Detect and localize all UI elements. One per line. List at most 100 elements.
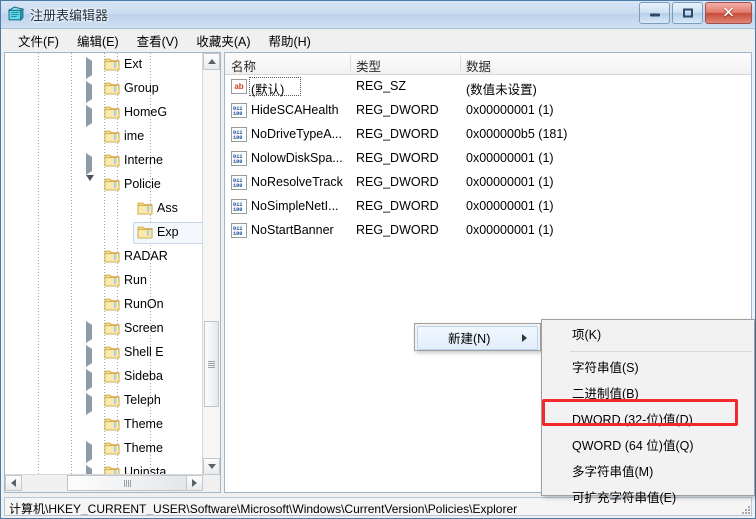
maximize-button[interactable] (672, 2, 703, 24)
menu-view[interactable]: 查看(V) (128, 29, 188, 52)
menu-divider (570, 351, 752, 352)
tree-vertical-scrollbar[interactable] (202, 53, 220, 475)
menu-help[interactable]: 帮助(H) (259, 29, 319, 52)
tree-horizontal-scrollbar[interactable] (5, 474, 203, 492)
value-row[interactable]: 011 100 NolowDiskSpa... REG_DWORD 0x00000001… (225, 147, 751, 171)
dword-value-icon: 011 100 (231, 151, 247, 167)
tree-item-runon[interactable]: RunOn (5, 293, 203, 317)
scroll-down-button[interactable] (203, 458, 220, 475)
value-name: HideSCAHealth (251, 103, 339, 117)
value-row[interactable]: 011 100 NoStartBanner REG_DWORD 0x00000001 (… (225, 219, 751, 243)
tree-item-run[interactable]: Run (5, 269, 203, 293)
column-separator[interactable] (350, 55, 351, 71)
close-button[interactable]: ✕ (705, 2, 752, 24)
expand-arrow-closed-icon[interactable] (86, 153, 95, 175)
column-separator[interactable] (460, 55, 461, 71)
tree-item-shell-e[interactable]: Shell E (5, 341, 203, 367)
expand-arrow-closed-icon[interactable] (86, 57, 95, 79)
horizontal-scroll-thumb[interactable] (67, 475, 187, 491)
folder-icon (104, 153, 120, 167)
tree-item-label: Shell E (124, 345, 164, 359)
tree-item-radar[interactable]: RADAR (5, 245, 203, 269)
column-header-type[interactable]: 类型 (356, 56, 381, 75)
context-menu-parent: 新建(N) (414, 323, 541, 351)
expand-arrow-open-icon[interactable] (86, 175, 95, 195)
scroll-left-button[interactable] (5, 475, 22, 491)
submenu-item[interactable]: 可扩充字符串值(E) (542, 485, 754, 511)
tree-item-teleph[interactable]: Teleph (5, 389, 203, 415)
expand-arrow-closed-icon[interactable] (86, 321, 95, 343)
column-header-data[interactable]: 数据 (466, 56, 491, 75)
tree-item-ext[interactable]: Ext (5, 53, 203, 79)
submenu-item[interactable]: 多字符串值(M) (542, 459, 754, 485)
folder-icon (104, 57, 120, 71)
tree-item-ime[interactable]: ime (5, 125, 203, 149)
scrollbar-corner (203, 475, 220, 492)
value-row[interactable]: 011 100 HideSCAHealth REG_DWORD 0x00000001 (… (225, 99, 751, 123)
expand-arrow-closed-icon[interactable] (86, 369, 95, 391)
tree-item-label: Policie (124, 177, 161, 191)
value-row[interactable]: 011 100 NoDriveTypeA... REG_DWORD 0x000000b5… (225, 123, 751, 147)
tree-item-theme[interactable]: Theme (5, 437, 203, 463)
highlight-annotation-box (542, 399, 738, 426)
registry-tree-pane[interactable]: Ext Group HomeG ime Interne Policie Ass Exp RADA… (4, 52, 221, 493)
scroll-up-button[interactable] (203, 53, 220, 70)
tree-item-screen[interactable]: Screen (5, 317, 203, 343)
tree-item-group[interactable]: Group (5, 77, 203, 103)
submenu-item[interactable]: 项(K) (542, 322, 754, 348)
tree-item-list: Ext Group HomeG ime Interne Policie Ass Exp RADA… (5, 53, 203, 475)
tree-item-ass[interactable]: Ass (5, 197, 203, 221)
tree-item-interne[interactable]: Interne (5, 149, 203, 175)
menu-bar: 文件(F) 编辑(E) 查看(V) 收藏夹(A) 帮助(H) (1, 29, 755, 53)
list-header: 名称 类型 数据 (225, 53, 751, 75)
submenu-item[interactable]: 字符串值(S) (542, 355, 754, 381)
tree-item-homeg[interactable]: HomeG (5, 101, 203, 127)
expand-arrow-closed-icon[interactable] (86, 345, 95, 367)
tree-item-exp[interactable]: Exp (5, 221, 203, 245)
folder-icon (104, 441, 120, 455)
window-title: 注册表编辑器 (30, 8, 109, 23)
folder-icon (104, 249, 120, 263)
menu-favorites[interactable]: 收藏夹(A) (187, 29, 259, 52)
value-row[interactable]: ab (默认) REG_SZ (数值未设置) (225, 75, 751, 99)
folder-icon (104, 297, 120, 311)
expand-arrow-closed-icon[interactable] (86, 81, 95, 103)
tree-item-label: Theme (124, 417, 163, 431)
expand-arrow-closed-icon[interactable] (86, 393, 95, 415)
value-row[interactable]: 011 100 NoResolveTrack REG_DWORD 0x00000001 … (225, 171, 751, 195)
folder-icon (104, 321, 120, 335)
scroll-right-button[interactable] (186, 475, 203, 491)
value-row[interactable]: 011 100 NoSimpleNetI... REG_DWORD 0x00000001… (225, 195, 751, 219)
folder-icon (137, 225, 153, 239)
tree-item-label: Run (124, 273, 147, 287)
value-row-list: ab (默认) REG_SZ (数值未设置) 011 100 HideSCAHealth RE… (225, 75, 751, 243)
tree-item-theme[interactable]: Theme (5, 413, 203, 437)
menu-file[interactable]: 文件(F) (9, 29, 68, 52)
title-bar[interactable]: 注册表编辑器 ✕ (1, 1, 755, 29)
tree-item-label: HomeG (124, 105, 168, 119)
dword-value-icon: 011 100 (231, 175, 247, 191)
tree-item-policie[interactable]: Policie (5, 173, 203, 197)
value-name: (默认) (251, 83, 285, 97)
tree-item-label: ime (124, 129, 145, 143)
tree-scroll-area: Ext Group HomeG ime Interne Policie Ass Exp RADA… (5, 53, 203, 475)
context-menu-item-new[interactable]: 新建(N) (417, 326, 538, 350)
tree-item-sideba[interactable]: Sideba (5, 365, 203, 391)
submenu-item[interactable]: QWORD (64 位)值(Q) (542, 433, 754, 459)
expand-arrow-closed-icon[interactable] (86, 441, 95, 463)
window-controls: ✕ (639, 2, 752, 24)
value-data: 0x00000001 (1) (466, 223, 554, 237)
value-name: NoDriveTypeA... (251, 127, 343, 141)
dword-value-icon: 011 100 (231, 223, 247, 239)
expand-arrow-closed-icon[interactable] (86, 105, 95, 127)
value-name: NoStartBanner (251, 223, 334, 237)
tree-item-label: Group (124, 81, 159, 95)
minimize-button[interactable] (639, 2, 670, 24)
column-header-name[interactable]: 名称 (231, 56, 256, 75)
folder-icon (104, 393, 120, 407)
vertical-scroll-thumb[interactable] (204, 321, 219, 407)
menu-edit[interactable]: 编辑(E) (68, 29, 128, 52)
tree-item-uninsta[interactable]: Uninsta (5, 461, 203, 475)
value-data: 0x00000001 (1) (466, 199, 554, 213)
dword-value-icon: 011 100 (231, 127, 247, 143)
